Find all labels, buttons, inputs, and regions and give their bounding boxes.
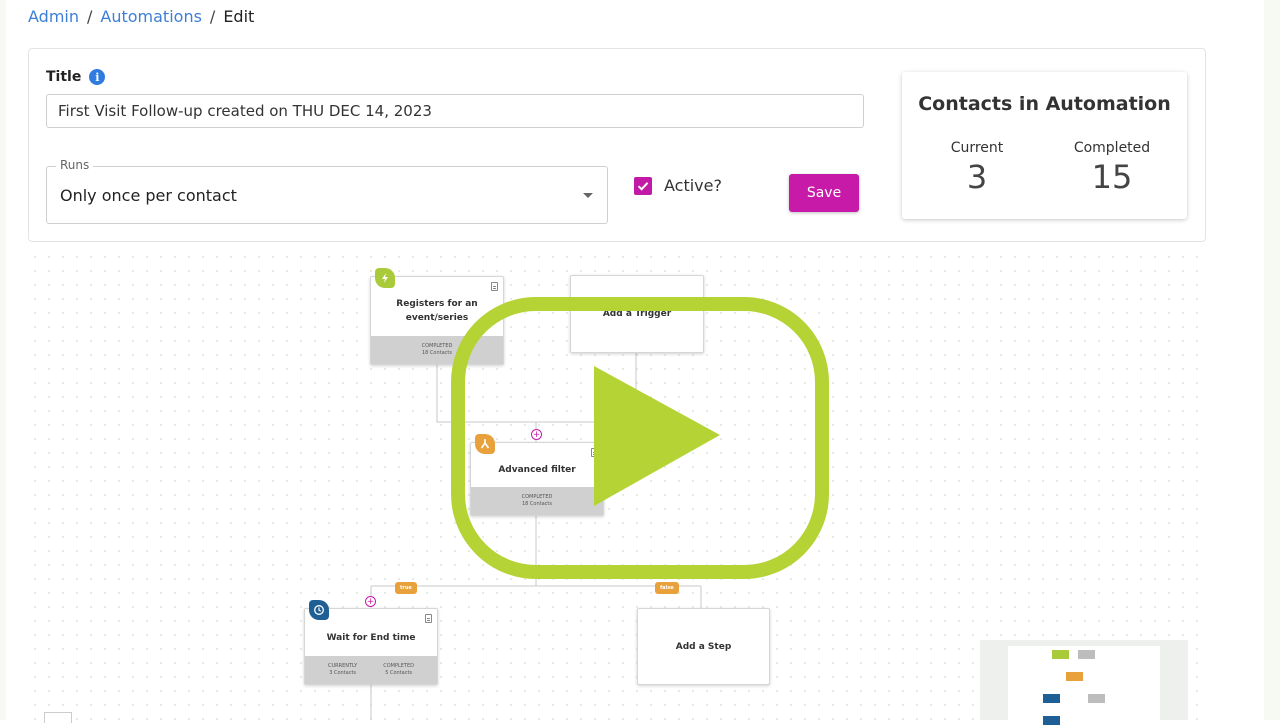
video-play-button[interactable] <box>448 294 832 582</box>
chevron-down-icon <box>583 193 593 198</box>
title-label: Title <box>46 69 82 85</box>
minimap-add-trigger-block <box>1078 650 1095 659</box>
node-stat-currently: CURRENTLY 3 Contacts <box>328 663 357 677</box>
minimap-viewport <box>1008 646 1160 725</box>
breadcrumb-separator: / <box>87 7 93 26</box>
contacts-card-title: Contacts in Automation <box>918 93 1171 115</box>
page-edge-left <box>0 0 6 720</box>
breadcrumb-admin-link[interactable]: Admin <box>28 7 79 26</box>
active-checkbox[interactable]: Active? <box>634 176 722 195</box>
minimap-wait-block <box>1043 694 1060 703</box>
true-branch-tag: true <box>395 582 417 594</box>
node-stats: CURRENTLY 3 Contacts COMPLETED 5 Contact… <box>305 656 437 684</box>
node-stat-label: COMPLETED <box>383 663 414 669</box>
minimap-trigger-block <box>1052 650 1069 659</box>
completed-contacts-stat: Completed 15 <box>1052 140 1172 196</box>
breadcrumb-separator: / <box>209 7 216 26</box>
document-icon[interactable] <box>491 282 498 291</box>
current-label: Current <box>950 140 1004 156</box>
completed-value: 15 <box>1091 158 1133 196</box>
minimap-filter-block <box>1066 672 1083 681</box>
save-button[interactable]: Save <box>789 174 859 212</box>
current-contacts-stat: Current 3 <box>917 140 1037 196</box>
node-stat-completed: COMPLETED 5 Contacts <box>383 663 414 677</box>
false-branch-tag: false <box>655 582 679 594</box>
node-stat-label: CURRENTLY <box>328 663 358 669</box>
active-label: Active? <box>664 176 722 195</box>
node-title: Wait for End time <box>326 633 416 643</box>
checkbox-box[interactable] <box>634 176 652 195</box>
runs-selected-value: Only once per contact <box>60 186 237 205</box>
minimap-next-block <box>1043 716 1060 725</box>
info-icon[interactable]: i <box>89 69 106 85</box>
title-input[interactable] <box>46 94 864 128</box>
flow-minimap[interactable] <box>980 640 1188 725</box>
current-value: 3 <box>966 158 988 196</box>
breadcrumb-current: Edit <box>223 7 255 26</box>
check-icon <box>637 181 649 191</box>
node-stat-value: 5 Contacts <box>385 670 413 676</box>
breadcrumb: Admin / Automations / Edit <box>28 7 254 26</box>
runs-label: Runs <box>56 158 94 172</box>
contacts-in-automation-card: Contacts in Automation Current 3 Complet… <box>902 72 1187 219</box>
minimap-step-block <box>1088 694 1105 703</box>
title-label-row: Title i <box>46 69 106 85</box>
add-step-label: Add a Step <box>675 642 732 652</box>
document-icon[interactable] <box>425 614 432 623</box>
play-icon <box>451 297 829 579</box>
add-step-node[interactable]: Add a Step <box>637 608 770 685</box>
completed-label: Completed <box>1073 140 1151 156</box>
lightning-icon <box>375 268 395 288</box>
page-edge-right <box>1264 0 1280 720</box>
clock-icon <box>309 600 329 620</box>
wait-for-end-time-node[interactable]: Wait for End time CURRENTLY 3 Contacts C… <box>304 600 438 685</box>
node-stat-value: 3 Contacts <box>329 670 357 676</box>
add-step-plus-button[interactable]: + <box>365 596 376 607</box>
zoom-control[interactable] <box>44 712 72 723</box>
breadcrumb-automations-link[interactable]: Automations <box>100 7 202 26</box>
runs-select[interactable]: Runs Only once per contact <box>46 158 608 224</box>
